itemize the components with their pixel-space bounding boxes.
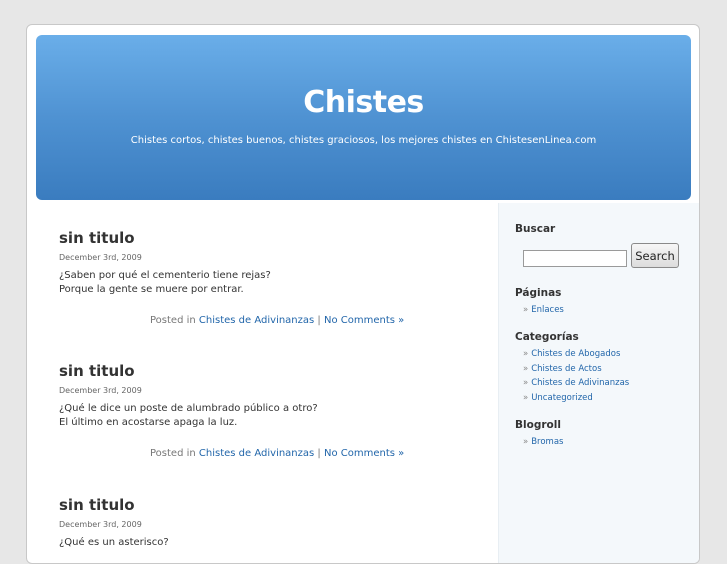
bullet: » bbox=[523, 363, 529, 374]
post-date: December 3rd, 2009 bbox=[59, 520, 142, 529]
post: sin titulo December 3rd, 2009 ¿Qué le di… bbox=[59, 362, 469, 459]
bullet: » bbox=[523, 393, 529, 404]
category-link-uncategorized[interactable]: Uncategorized bbox=[531, 393, 593, 403]
post-line: El último en acostarse apaga la luz. bbox=[59, 416, 238, 428]
post-title[interactable]: sin titulo bbox=[59, 496, 469, 514]
post-date: December 3rd, 2009 bbox=[59, 253, 142, 262]
post-meta: Posted in Chistes de Adivinanzas | No Co… bbox=[150, 315, 404, 326]
list-item: » Enlaces bbox=[523, 303, 564, 318]
category-link-abogados[interactable]: Chistes de Abogados bbox=[531, 349, 620, 359]
post-date: December 3rd, 2009 bbox=[59, 386, 142, 395]
pages-list: » Enlaces bbox=[523, 303, 564, 318]
post: sin titulo December 3rd, 2009 ¿Saben por… bbox=[59, 229, 469, 326]
meta-separator: | bbox=[317, 448, 321, 459]
comments-link[interactable]: No Comments » bbox=[324, 315, 404, 326]
page-link-enlaces[interactable]: Enlaces bbox=[531, 305, 564, 315]
comments-link[interactable]: No Comments » bbox=[324, 448, 404, 459]
blogroll-link-bromas[interactable]: Bromas bbox=[531, 437, 563, 447]
list-item: » Chistes de Actos bbox=[523, 362, 629, 377]
post-line: ¿Saben por qué el cementerio tiene rejas… bbox=[59, 270, 271, 281]
post-line: ¿Qué es un asterisco? bbox=[59, 537, 169, 548]
bullet: » bbox=[523, 305, 529, 315]
categories-list: » Chistes de Abogados » Chistes de Actos »… bbox=[523, 347, 629, 406]
blogroll-list: » Bromas bbox=[523, 435, 563, 450]
category-link-actos[interactable]: Chistes de Actos bbox=[531, 364, 601, 374]
list-item: » Bromas bbox=[523, 435, 563, 450]
category-link-adivinanzas[interactable]: Chistes de Adivinanzas bbox=[531, 378, 629, 388]
post-line: Porque la gente se muere por entrar. bbox=[59, 283, 244, 295]
post-meta: Posted in Chistes de Adivinanzas | No Co… bbox=[150, 448, 404, 459]
posted-in-label: Posted in bbox=[150, 315, 196, 326]
post-content: ¿Qué le dice un poste de alumbrado públi… bbox=[59, 402, 318, 429]
blog-title[interactable]: Chistes bbox=[36, 85, 691, 120]
posted-in-label: Posted in bbox=[150, 448, 196, 459]
meta-separator: | bbox=[317, 315, 321, 326]
post-title[interactable]: sin titulo bbox=[59, 229, 469, 247]
page-container: Chistes Chistes cortos, chistes buenos, … bbox=[26, 24, 700, 564]
pages-heading: Páginas bbox=[515, 287, 562, 299]
list-item: » Chistes de Adivinanzas bbox=[523, 376, 629, 391]
blogroll-heading: Blogroll bbox=[515, 419, 561, 431]
bullet: » bbox=[523, 437, 529, 447]
category-link[interactable]: Chistes de Adivinanzas bbox=[199, 315, 314, 326]
bullet: » bbox=[523, 349, 529, 359]
post-title[interactable]: sin titulo bbox=[59, 362, 469, 380]
sidebar: Buscar Search Páginas » Enlaces Categoría… bbox=[498, 203, 699, 563]
search-input[interactable] bbox=[523, 250, 627, 267]
category-link[interactable]: Chistes de Adivinanzas bbox=[199, 448, 314, 459]
categories-heading: Categorías bbox=[515, 331, 579, 343]
list-item: » Uncategorized bbox=[523, 391, 629, 406]
post: sin titulo December 3rd, 2009 ¿Qué es un… bbox=[59, 496, 469, 548]
list-item: » Chistes de Abogados bbox=[523, 347, 629, 362]
post-content: ¿Saben por qué el cementerio tiene rejas… bbox=[59, 269, 271, 296]
blog-description: Chistes cortos, chistes buenos, chistes … bbox=[130, 135, 597, 146]
post-line: ¿Qué le dice un poste de alumbrado públi… bbox=[59, 403, 318, 414]
search-heading: Buscar bbox=[515, 223, 556, 235]
post-content: ¿Qué es un asterisco? bbox=[59, 536, 169, 550]
search-button[interactable]: Search bbox=[631, 243, 679, 268]
bullet: » bbox=[523, 378, 529, 389]
blog-header: Chistes Chistes cortos, chistes buenos, … bbox=[36, 35, 691, 200]
